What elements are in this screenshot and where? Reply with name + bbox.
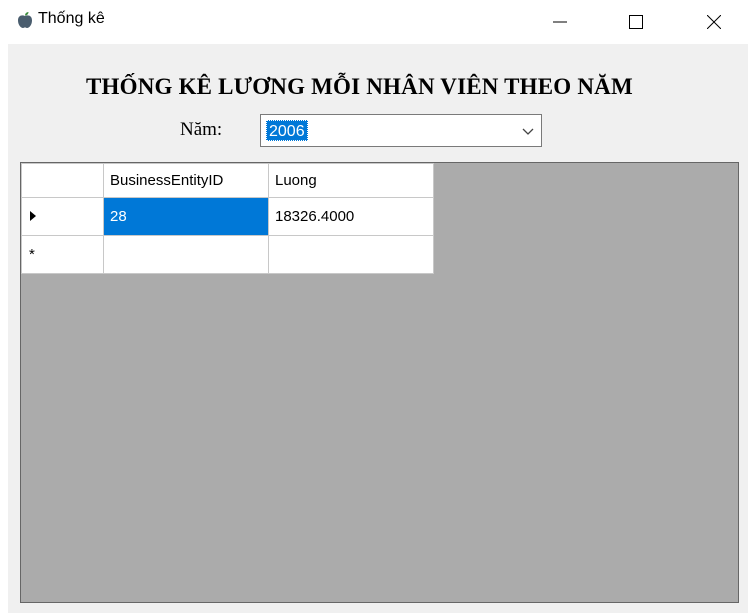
new-row-cell-businessentityid[interactable] [103,235,269,274]
maximize-icon [629,15,643,29]
row-header[interactable] [21,197,104,236]
chevron-down-icon[interactable] [521,125,535,137]
grid-corner-header[interactable] [21,163,104,198]
year-label: Năm: [180,119,223,140]
grid-header-row: BusinessEntityID Luong [21,163,434,198]
close-icon [707,15,721,29]
minimize-icon [553,21,567,23]
close-button[interactable] [686,0,742,44]
cell-luong[interactable]: 18326.4000 [268,197,434,236]
title-bar[interactable]: Thống kê [0,0,748,44]
new-row-icon: * [29,246,35,263]
form-client-area: THỐNG KÊ LƯƠNG MỖI NHÂN VIÊN THEO NĂM Nă… [8,44,748,613]
year-select-value[interactable]: 2006 [266,120,308,141]
year-select[interactable]: 2006 [260,114,542,147]
column-header-luong[interactable]: Luong [268,163,434,198]
cell-businessentityid[interactable]: 28 [103,197,269,236]
new-row-header[interactable]: * [21,235,104,274]
table-row[interactable]: 28 18326.4000 [21,197,434,236]
new-row[interactable]: * [21,235,434,274]
column-header-businessentityid[interactable]: BusinessEntityID [103,163,269,198]
data-grid-view[interactable]: BusinessEntityID Luong 28 18326.4000 * [20,162,739,603]
page-title: THỐNG KÊ LƯƠNG MỖI NHÂN VIÊN THEO NĂM [86,74,633,99]
new-row-cell-luong[interactable] [268,235,434,274]
window-title: Thống kê [38,10,105,27]
minimize-button[interactable] [532,0,588,44]
current-row-icon [30,211,36,221]
maximize-button[interactable] [608,0,664,44]
apple-icon [18,12,32,28]
data-grid: BusinessEntityID Luong 28 18326.4000 * [21,163,434,274]
